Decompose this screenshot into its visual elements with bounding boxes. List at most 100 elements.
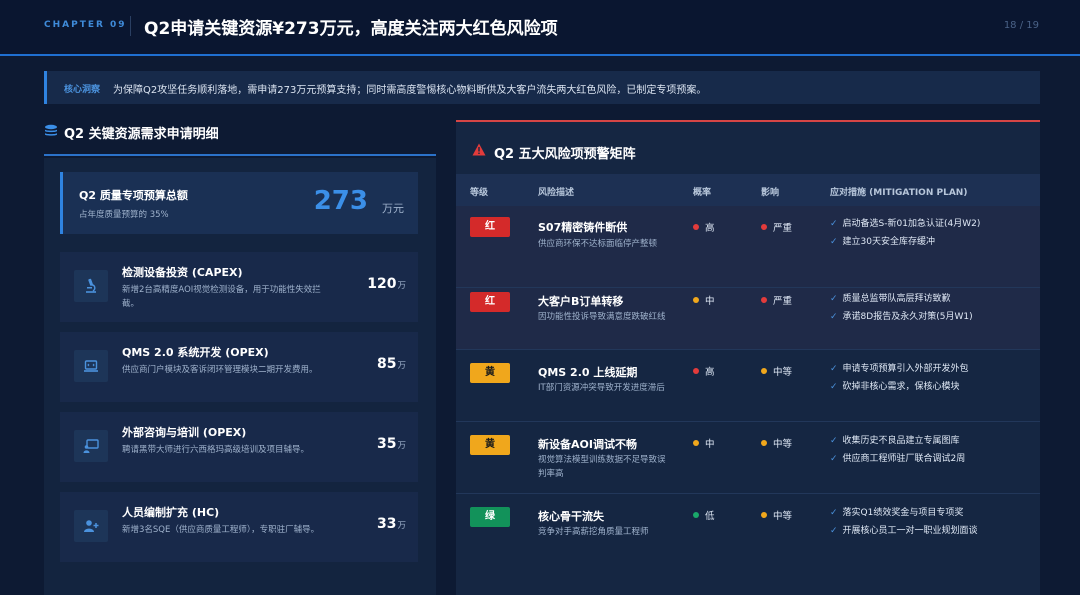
level-badge: 红 [470,292,510,312]
value-number: 120 [367,276,397,292]
prob-cell: 低 [693,508,715,522]
impact-text: 严重 [773,223,793,234]
mitigation-item: ✓ 收集历史不良品建立专属图库 [830,436,960,446]
budget-title: Q2 质量专项预算总额 [79,189,188,202]
insight-banner: 核心洞察 为保障Q2攻坚任务顺利落地，需申请273万元预算支持；同时需高度警惕核… [44,71,1040,104]
risk-matrix-title: Q2 五大风险项预警矩阵 [494,147,636,162]
resource-panel: Q2 质量专项预算总额 占年度质量预算的 35% 273 万元 检测设备投资 (… [44,158,436,595]
level-badge: 绿 [470,507,510,527]
value-unit: 万 [397,281,406,291]
resource-item-title: 检测设备投资 (CAPEX) [122,266,243,279]
risk-desc: 供应商环保不达标面临停产整顿 [538,239,658,249]
table-row: 黄 新设备AOI调试不畅 视觉算法模型训练数据不足导致误判率高 中 中等 ✓ 收集… [456,422,1040,494]
dot-icon [761,224,767,230]
level-badge: 黄 [470,363,510,383]
impact-cell: 严重 [761,293,792,307]
budget-total-card: Q2 质量专项预算总额 占年度质量预算的 35% 273 万元 [60,172,418,234]
mitigation-item: ✓ 承诺8D报告及永久对策(5月W1) [830,312,973,322]
user-plus-icon [84,520,99,532]
page-title: Q2申请关键资源¥273万元，高度关注两大红色风险项 [144,19,558,39]
risk-desc: 视觉算法模型训练数据不足导致误判率高 [538,455,666,479]
col-plan: 应对措施 (MITIGATION PLAN) [830,188,968,198]
impact-text: 中等 [773,367,793,378]
table-row: 红 S07精密铸件断供 供应商环保不达标面临停产整顿 高 严重 ✓ 启动备选S-新… [456,206,1040,288]
check-icon: ✓ [830,454,838,464]
insight-text: 为保障Q2攻坚任务顺利落地，需申请273万元预算支持；同时需高度警惕核心物料断供… [113,85,707,96]
check-icon: ✓ [830,219,838,229]
mitigation-item: ✓ 供应商工程师驻厂联合调试2周 [830,454,966,464]
microscope-icon [86,278,96,293]
resource-item-title: 人员编制扩充 (HC) [122,506,220,519]
resource-item-desc: 新增2台高精度AOI视觉检测设备，用于功能性失效拦截。 [122,285,321,309]
check-icon: ✓ [830,364,838,374]
dot-icon [693,368,699,374]
check-icon: ✓ [830,436,838,446]
resource-item: QMS 2.0 系统开发 (OPEX) 供应商门户模块及客诉闭环管理模块二期开发… [60,332,418,402]
budget-subtitle: 占年度质量预算的 35% [79,210,169,220]
check-icon: ✓ [830,526,838,536]
mitigation-item: ✓ 启动备选S-新01加急认证(4月W2) [830,219,981,229]
mitigation-item: ✓ 质量总监带队高层拜访致歉 [830,294,951,304]
prob-text: 高 [705,367,715,378]
risk-desc: IT部门资源冲突导致开发进度滞后 [538,383,665,393]
resource-item: 人员编制扩充 (HC) 新增3名SQE（供应商质量工程师），专职驻厂辅导。 33… [60,492,418,562]
prob-cell: 中 [693,293,715,307]
prob-text: 中 [705,296,715,307]
impact-text: 严重 [773,296,793,307]
impact-cell: 严重 [761,220,792,234]
risk-title: QMS 2.0 上线延期 [538,366,638,379]
mitigation-list: ✓ 启动备选S-新01加急认证(4月W2) ✓ 建立30天安全库存缓冲 [830,216,1036,252]
prob-cell: 中 [693,436,715,450]
mitigation-list: ✓ 收集历史不良品建立专属图库 ✓ 供应商工程师驻厂联合调试2周 [830,433,1036,469]
mitigation-item: ✓ 砍掉非核心需求，保核心模块 [830,382,960,392]
check-icon: ✓ [830,294,838,304]
value-unit: 万 [397,521,406,531]
resource-section-title: Q2 关键资源需求申请明细 [64,127,219,142]
mitigation-list: ✓ 落实Q1绩效奖金与项目专项奖 ✓ 开展核心员工一对一职业规划面谈 [830,505,1036,541]
prob-cell: 高 [693,220,715,234]
dot-icon [693,297,699,303]
resource-item-value: 35万 [377,436,406,452]
mitigation-list: ✓ 质量总监带队高层拜访致歉 ✓ 承诺8D报告及永久对策(5月W1) [830,291,1036,327]
check-icon: ✓ [830,237,838,247]
resource-item: 检测设备投资 (CAPEX) 新增2台高精度AOI视觉检测设备，用于功能性失效拦… [60,252,418,322]
impact-cell: 中等 [761,364,792,378]
header-bar: CHAPTER 09 Q2申请关键资源¥273万元，高度关注两大红色风险项 18… [0,0,1080,56]
budget-unit: 万元 [382,202,404,215]
risk-title: 核心骨干流失 [538,510,604,523]
col-prob: 概率 [693,188,712,198]
value-unit: 万 [397,441,406,451]
prob-text: 低 [705,511,715,522]
table-row: 红 大客户B订单转移 因功能性投诉导致满意度跌破红线 中 严重 ✓ 质量总监带队高… [456,288,1040,350]
warning-triangle-icon [472,143,486,156]
dot-icon [761,512,767,518]
resource-item-desc: 供应商门户模块及客诉闭环管理模块二期开发费用。 [122,365,318,375]
header-divider [130,16,131,36]
dot-icon [761,440,767,446]
resource-section-header: Q2 关键资源需求申请明细 [44,122,436,156]
value-unit: 万 [397,361,406,371]
resource-item-value: 85万 [377,356,406,372]
value-number: 33 [377,516,397,532]
check-icon: ✓ [830,382,838,392]
mitigation-list: ✓ 申请专项预算引入外部开发外包 ✓ 砍掉非核心需求，保核心模块 [830,361,1036,397]
resource-item-value: 120万 [367,276,406,292]
chapter-label: CHAPTER 09 [44,20,127,30]
budget-value: 273 [313,186,368,216]
dot-icon [693,224,699,230]
impact-text: 中等 [773,511,793,522]
teacher-board-icon [83,439,99,453]
prob-cell: 高 [693,364,715,378]
resource-item-desc: 聘请黑带大师进行六西格玛高级培训及项目辅导。 [122,445,310,455]
check-icon: ✓ [830,312,838,322]
prob-text: 中 [705,439,715,450]
col-desc: 风险描述 [538,188,575,198]
col-impact: 影响 [761,188,780,198]
level-badge: 红 [470,217,510,237]
insight-tag: 核心洞察 [64,85,101,95]
resource-item: 外部咨询与培训 (OPEX) 聘请黑带大师进行六西格玛高级培训及项目辅导。 35… [60,412,418,482]
dot-icon [761,368,767,374]
risk-title: 大客户B订单转移 [538,295,624,308]
table-row: 黄 QMS 2.0 上线延期 IT部门资源冲突导致开发进度滞后 高 中等 ✓ 申请… [456,350,1040,422]
impact-cell: 中等 [761,508,792,522]
